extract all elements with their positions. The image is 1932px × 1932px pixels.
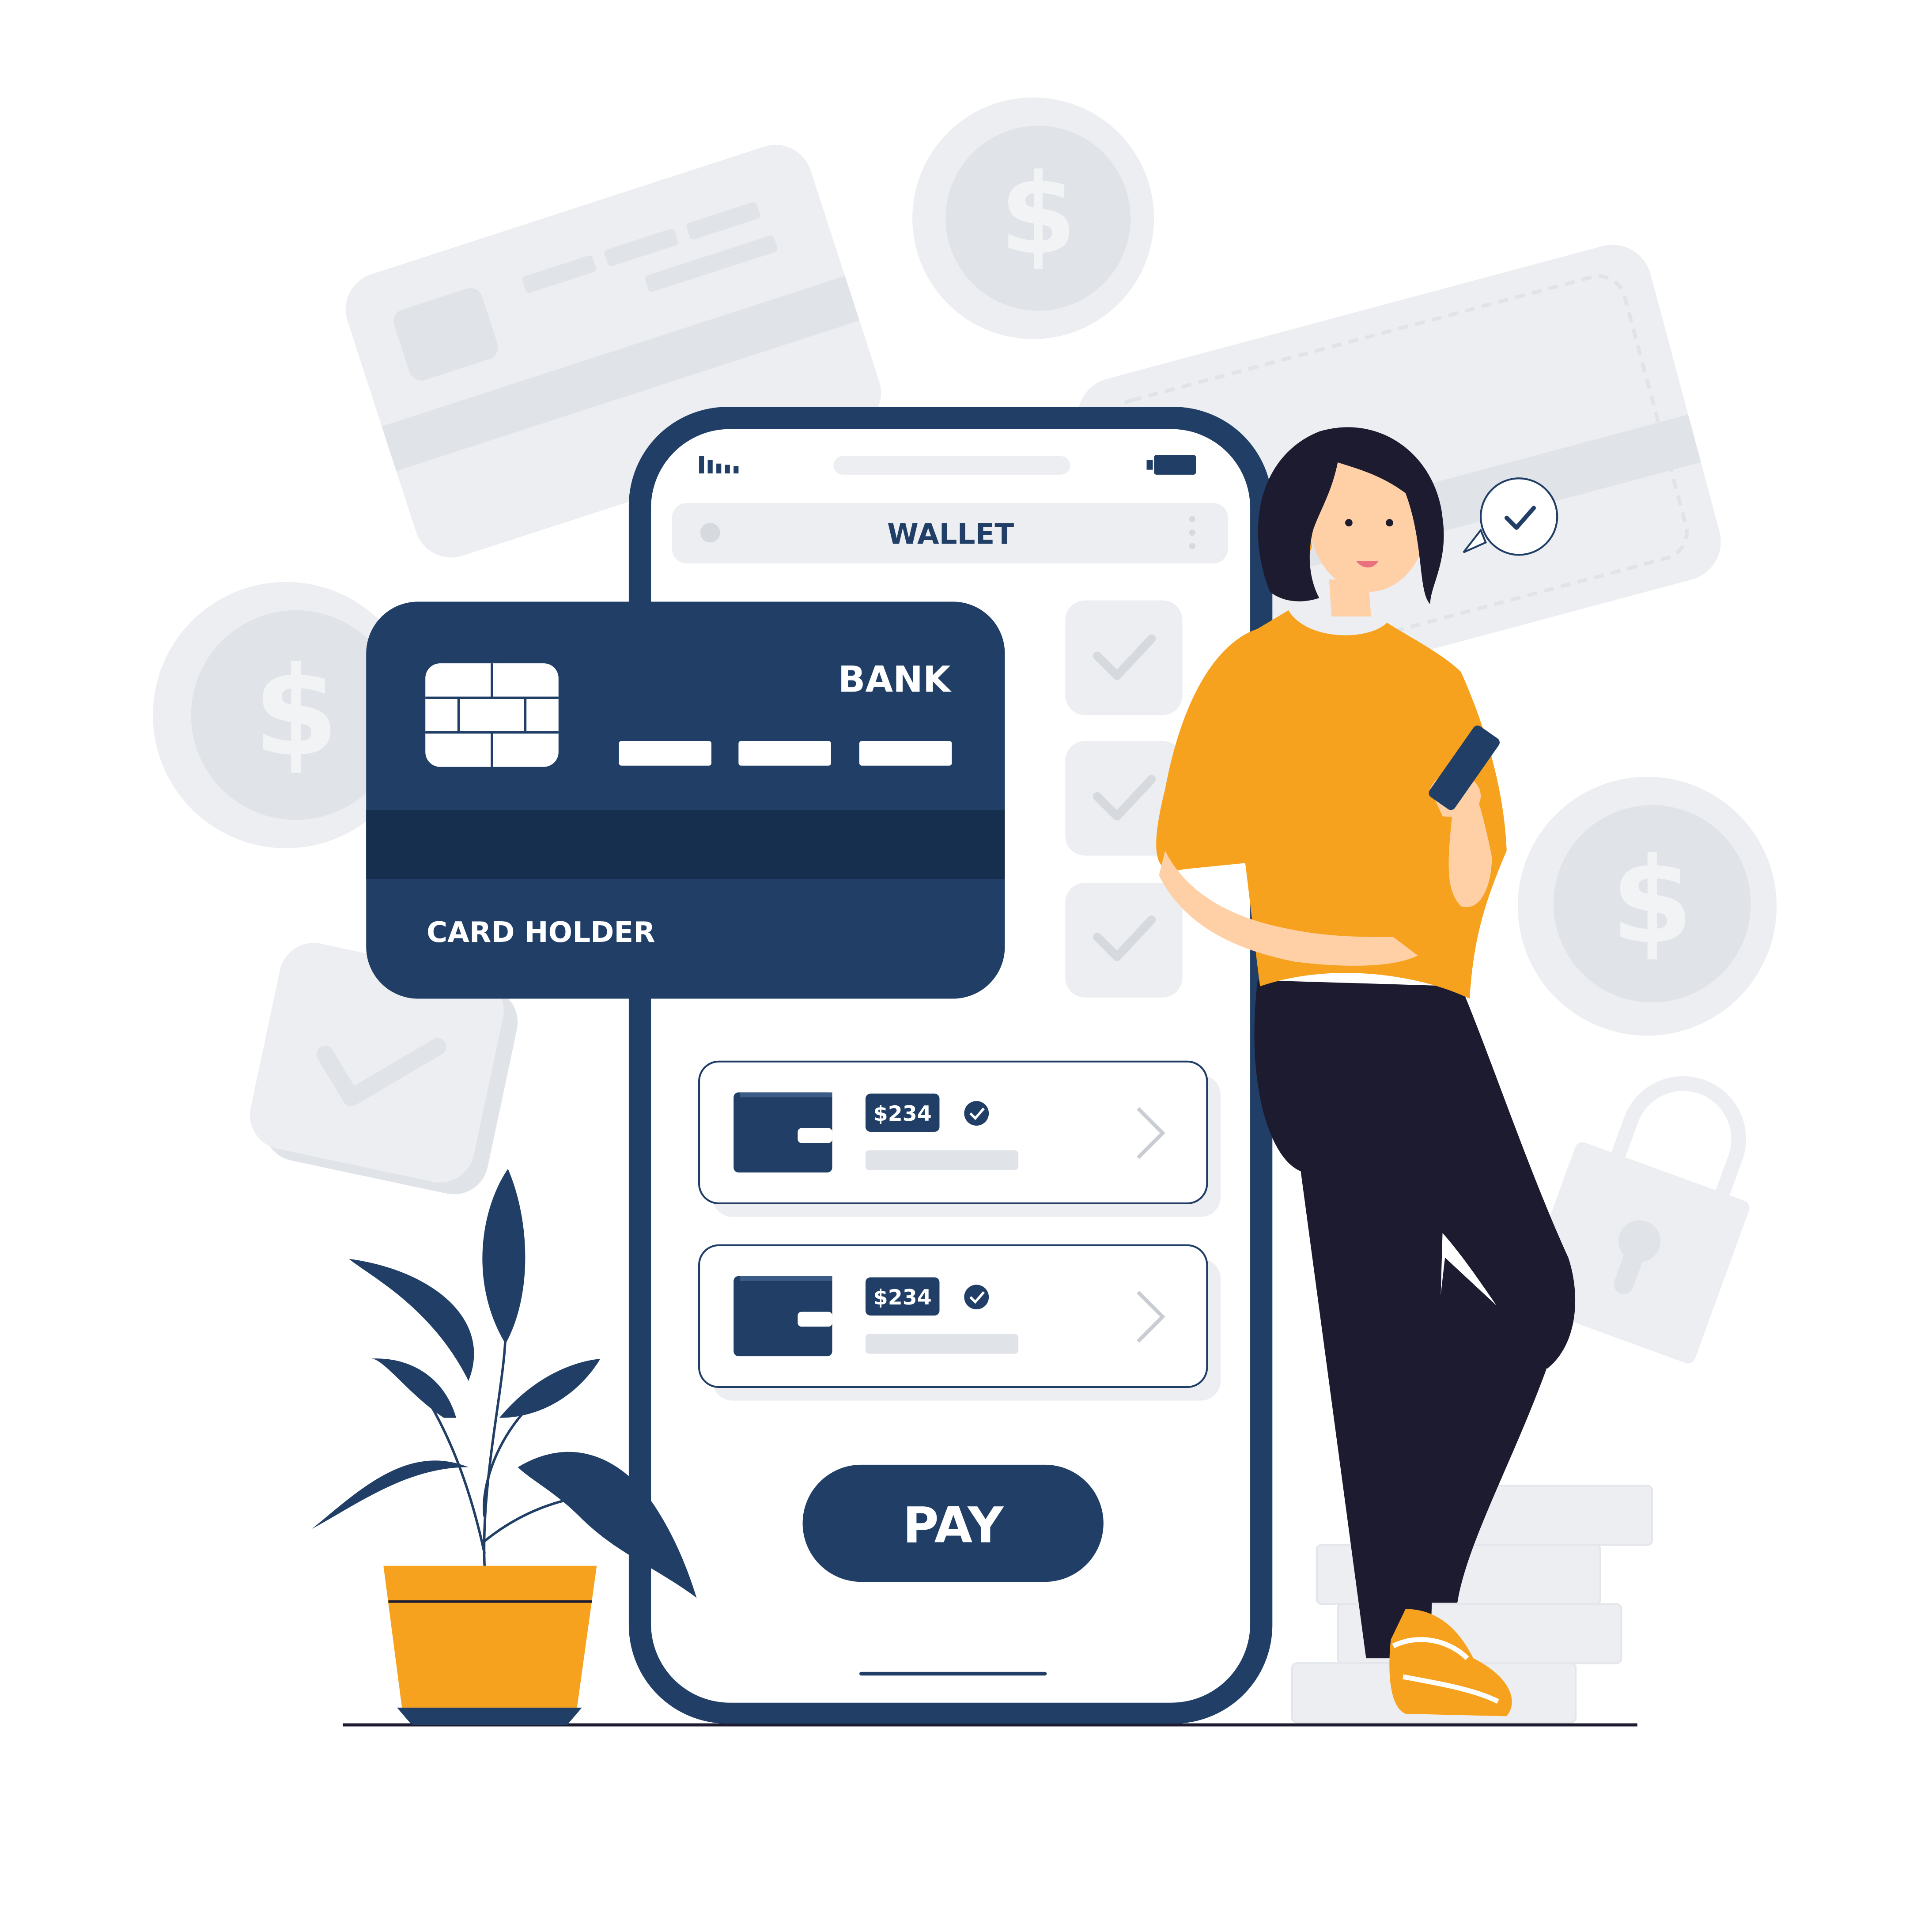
svg-text:$: $	[999, 150, 1077, 279]
kebab-menu-icon[interactable]	[1189, 516, 1195, 549]
home-indicator	[859, 1671, 1047, 1676]
side-check-tile	[1065, 600, 1183, 715]
card-number-group	[619, 741, 711, 766]
pay-button-label: PAY	[903, 1497, 1004, 1554]
payment-illustration: $ $ $ WALLET $234 $234 PAY BANK CARD HOL…	[153, 97, 1777, 1727]
wallet-title: WALLET	[887, 518, 1014, 551]
phone-speaker-notch	[833, 456, 1070, 475]
header-dot-icon	[700, 522, 720, 543]
wallet-list-item[interactable]: $234	[698, 1244, 1221, 1401]
card-number-group	[738, 741, 831, 766]
check-badge-icon	[964, 1101, 989, 1126]
pay-button[interactable]: PAY	[802, 1464, 1104, 1582]
svg-text:$: $	[1611, 832, 1694, 970]
card-holder-label: CARD HOLDER	[427, 916, 655, 949]
svg-text:$: $	[253, 640, 339, 784]
item-detail-placeholder	[865, 1150, 1019, 1170]
wallet-icon	[733, 1276, 832, 1357]
card-chip-icon	[425, 663, 559, 767]
amount-label: $234	[873, 1285, 932, 1310]
card-number-group	[859, 741, 952, 766]
dollar-coin-icon: $	[912, 97, 1154, 339]
bank-name: BANK	[838, 659, 952, 700]
dollar-coin-icon: $	[1517, 776, 1777, 1036]
check-badge-icon	[964, 1285, 989, 1310]
amount-label: $234	[873, 1102, 932, 1126]
wallet-icon	[733, 1092, 832, 1173]
side-check-tile	[1065, 883, 1183, 998]
wallet-list-item[interactable]: $234	[698, 1060, 1221, 1217]
item-detail-placeholder	[865, 1334, 1019, 1354]
bank-card: BANK CARD HOLDER	[366, 601, 1005, 999]
